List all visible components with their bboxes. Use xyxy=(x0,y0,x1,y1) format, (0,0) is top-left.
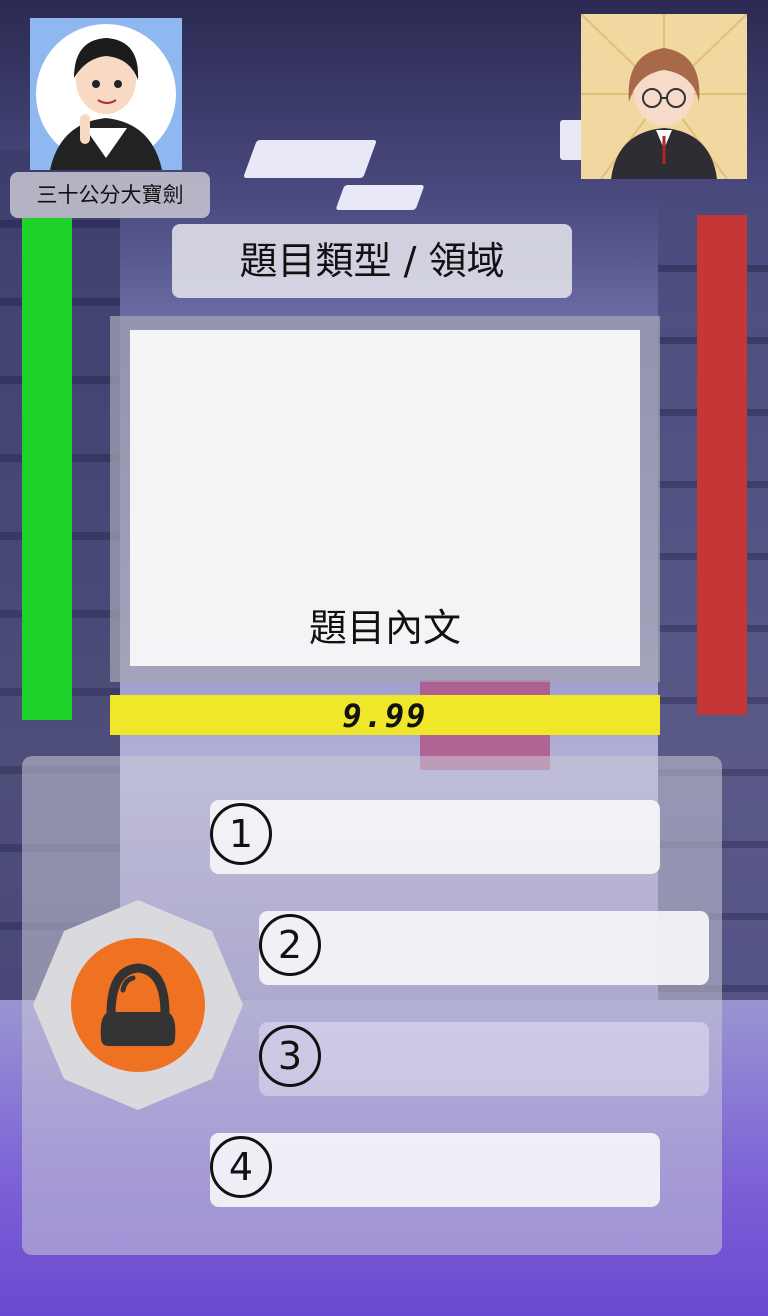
player-right-hp-bar xyxy=(697,215,747,715)
option-4-number: 4 xyxy=(210,1136,272,1198)
buzzer-button[interactable] xyxy=(33,900,243,1110)
option-3-button[interactable]: 3 xyxy=(259,1022,709,1096)
option-1-number: 1 xyxy=(210,803,272,865)
ceiling-light xyxy=(335,185,425,210)
ceiling-light xyxy=(243,140,377,178)
player-left-avatar xyxy=(30,18,182,170)
option-2-button[interactable]: 2 xyxy=(259,911,709,985)
option-2-number: 2 xyxy=(259,914,321,976)
option-1-button[interactable]: 1 xyxy=(210,800,660,874)
timer-bar: 9.99 xyxy=(110,695,660,735)
question-type-label: 題目類型 / 領域 xyxy=(172,224,572,298)
option-3-number: 3 xyxy=(259,1025,321,1087)
question-body: 題目內文 xyxy=(308,606,461,650)
question-card: 題目內文 xyxy=(130,330,640,666)
player-right-avatar xyxy=(581,14,747,179)
option-4-button[interactable]: 4 xyxy=(210,1133,660,1207)
player-left-hp-bar xyxy=(22,218,72,720)
player-left-name: 三十公分大寶劍 xyxy=(10,172,210,218)
timer-value: 9.99 xyxy=(342,697,428,735)
